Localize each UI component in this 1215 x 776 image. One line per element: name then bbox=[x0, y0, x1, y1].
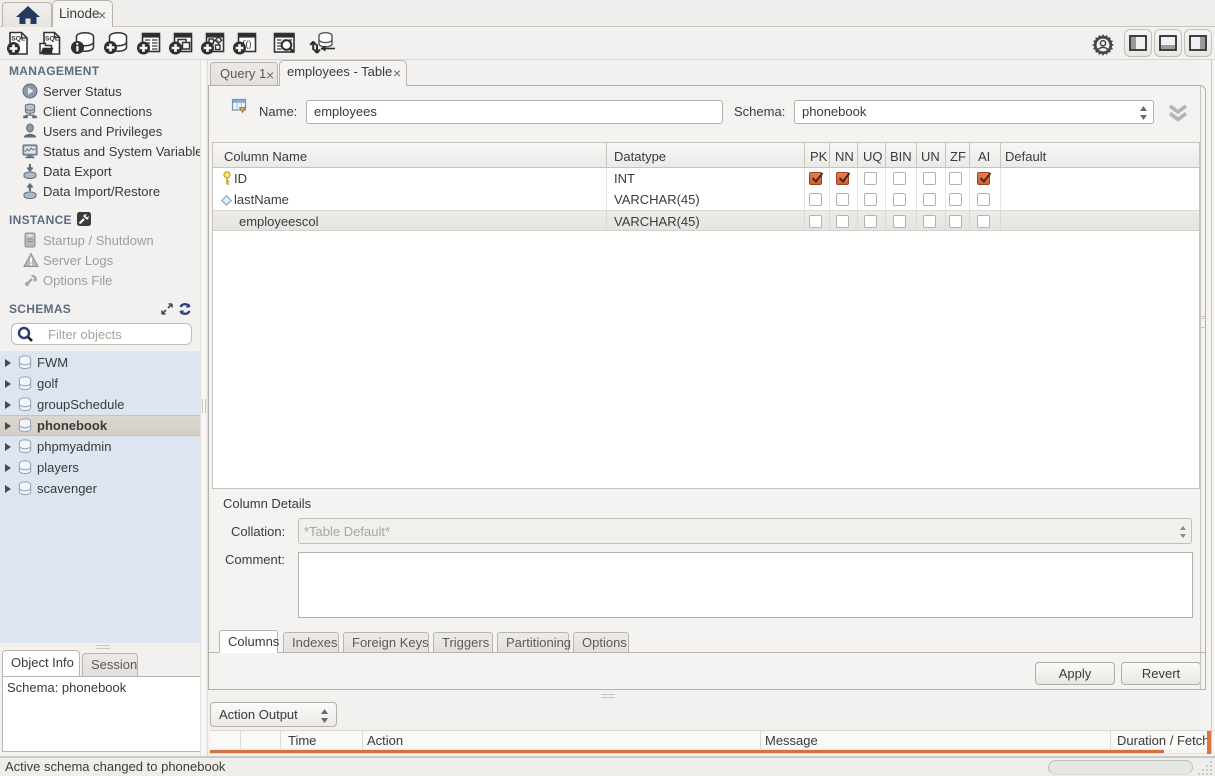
svg-text:SQL: SQL bbox=[11, 36, 25, 43]
svg-text:(): () bbox=[246, 39, 252, 49]
svg-text:SQL: SQL bbox=[45, 36, 59, 43]
